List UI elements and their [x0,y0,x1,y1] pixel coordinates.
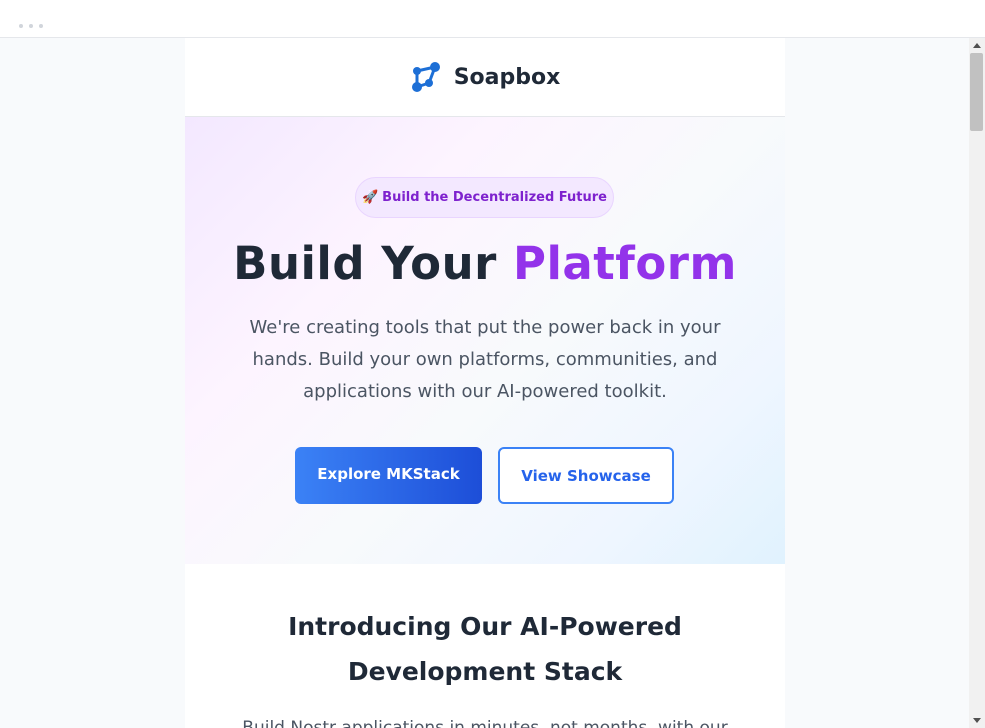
badge-text: Build the Decentralized Future [382,190,607,205]
scroll-down-icon[interactable] [973,718,981,723]
window-controls[interactable] [19,24,43,28]
rocket-icon: 🚀 [361,190,379,205]
hero-title-accent: Platform [512,237,737,290]
vertical-scrollbar[interactable] [969,38,985,728]
dot-icon [39,24,43,28]
hero-section: 🚀 Build the Decentralized Future Build Y… [185,117,785,564]
hero-title: Build Your Platform [185,237,785,290]
scroll-up-icon[interactable] [973,43,981,48]
dot-icon [29,24,33,28]
hero-badge: 🚀 Build the Decentralized Future [355,177,614,218]
email-container: Soapbox 🚀 Build the Decentralized Future… [185,38,785,728]
scroll-thumb[interactable] [970,53,983,131]
hero-title-main: Build Your [233,237,513,290]
intro-text: Build Nostr applications in minutes, not… [242,718,728,728]
dot-icon [19,24,23,28]
explore-mkstack-button[interactable]: Explore MKStack [295,447,482,504]
network-nodes-icon [411,62,440,92]
email-viewport: Soapbox 🚀 Build the Decentralized Future… [0,38,969,728]
intro-title: Introducing Our AI-Powered Development S… [288,612,682,686]
browser-toolbar [0,0,985,38]
intro-section: Introducing Our AI-Powered Development S… [185,564,785,728]
email-header: Soapbox [185,38,785,117]
view-showcase-button[interactable]: View Showcase [498,447,674,504]
brand-name: Soapbox [453,64,561,90]
hero-description: We're creating tools that put the power … [249,317,721,402]
